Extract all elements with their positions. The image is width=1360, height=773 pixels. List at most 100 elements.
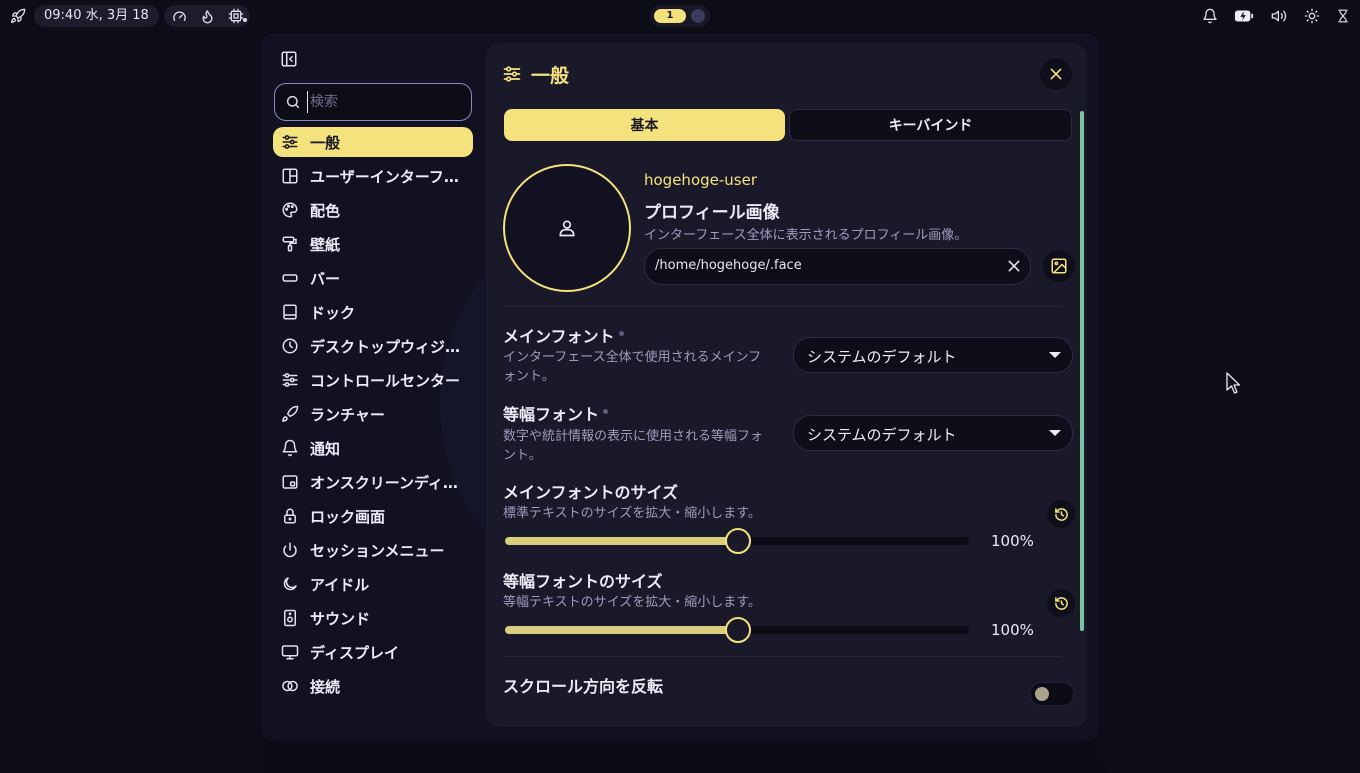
- sidebar-item-ui[interactable]: ユーザーインターフェース: [273, 161, 473, 191]
- sidebar-item-label: オンスクリーンディスプレイ: [310, 473, 462, 492]
- slider-thumb[interactable]: [725, 528, 751, 554]
- workspace-indicator: 1: [650, 5, 710, 27]
- reset-icon: [1054, 596, 1068, 610]
- sidebar-item-label: セッションメニュー: [310, 541, 445, 560]
- close-button[interactable]: [1040, 58, 1072, 90]
- main-font-size-slider[interactable]: [505, 528, 969, 554]
- divider: [504, 306, 1062, 307]
- sidebar-item-bar[interactable]: バー: [273, 263, 473, 293]
- sidebar-item-label: サウンド: [310, 609, 371, 628]
- sidebar-item-connections[interactable]: 接続: [273, 671, 473, 701]
- main-font-select[interactable]: システムのデフォルト: [793, 337, 1073, 373]
- mono-font-size-slider[interactable]: [505, 617, 969, 643]
- top-bar: 09:40 水, 3月 18 1: [0, 0, 1360, 32]
- browse-image-button[interactable]: [1043, 250, 1075, 282]
- clear-icon[interactable]: [1006, 258, 1022, 274]
- sidebar-item-control-center[interactable]: コントロールセンター: [273, 365, 473, 395]
- sidebar-item-launcher[interactable]: ランチャー: [273, 399, 473, 429]
- clock[interactable]: 09:40 水, 3月 18: [34, 5, 159, 27]
- battery-icon[interactable]: [1234, 6, 1254, 26]
- image-icon: [1051, 258, 1067, 274]
- bell-icon: [281, 439, 299, 457]
- chevron-down-icon: [1049, 430, 1061, 436]
- page-title: 一般: [531, 64, 570, 87]
- palette-icon: [281, 201, 299, 219]
- sidebar-item-label: アイドル: [310, 575, 370, 594]
- sidebar-item-label: コントロールセンター: [310, 371, 461, 390]
- sidebar-item-sound[interactable]: サウンド: [273, 603, 473, 633]
- lock-icon: [281, 507, 299, 525]
- workspace-2[interactable]: [691, 9, 705, 23]
- settings-window: 一般 ユーザーインターフェース 配色 壁紙 バー ドック デスクトップウィジェッ…: [260, 33, 1100, 741]
- rocket-icon[interactable]: [8, 6, 28, 26]
- layout-icon: [281, 167, 299, 185]
- reset-mono-font-size-button[interactable]: [1047, 589, 1075, 617]
- brightness-icon[interactable]: [1302, 6, 1322, 26]
- sidebar-item-label: 壁紙: [310, 235, 341, 254]
- sidebar-item-dock[interactable]: ドック: [273, 297, 473, 327]
- avatar[interactable]: [503, 164, 631, 292]
- status-dot: [243, 18, 247, 22]
- sidebar-item-notifications[interactable]: 通知: [273, 433, 473, 463]
- bar-icon: [281, 269, 299, 287]
- sidebar-item-desktop-widgets[interactable]: デスクトップウィジェット: [273, 331, 473, 361]
- slider-fill: [505, 626, 737, 634]
- scrollbar[interactable]: [1080, 111, 1084, 631]
- sliders-icon: [281, 133, 299, 151]
- workspace-1[interactable]: 1: [654, 9, 686, 23]
- sidebar-item-session-menu[interactable]: セッションメニュー: [273, 535, 473, 565]
- profile-path-field[interactable]: /home/hogehoge/.face: [644, 248, 1031, 285]
- search-box[interactable]: [274, 83, 472, 121]
- profile-image-description: インターフェース全体に表示されるプロフィール画像。: [644, 228, 968, 243]
- page-header: 一般: [502, 61, 569, 87]
- cpu-icon: [226, 6, 246, 26]
- collapse-sidebar-icon[interactable]: [280, 50, 300, 70]
- tab-bar: 基本 キーバインド: [504, 109, 1072, 141]
- sidebar-item-label: デスクトップウィジェット: [310, 337, 462, 356]
- sidebar-item-wallpaper[interactable]: 壁紙: [273, 229, 473, 259]
- sidebar-item-label: 通知: [310, 439, 341, 458]
- slider-fill: [505, 537, 737, 545]
- clock-icon: [281, 337, 299, 355]
- rocket-icon: [281, 405, 299, 423]
- user-icon: [559, 220, 575, 237]
- main-font-size-description: 標準テキストのサイズを拡大・縮小します。: [503, 506, 761, 521]
- profile-path-value: /home/hogehoge/.face: [655, 258, 802, 273]
- sidebar-item-label: 配色: [310, 201, 341, 220]
- sidebar-item-general[interactable]: 一般: [273, 127, 473, 157]
- close-icon: [1050, 68, 1062, 80]
- sidebar-item-idle[interactable]: アイドル: [273, 569, 473, 599]
- profile-image-title: プロフィール画像: [644, 203, 780, 223]
- bell-icon[interactable]: [1200, 6, 1220, 26]
- scroll-invert-toggle[interactable]: [1030, 682, 1074, 706]
- toggle-knob: [1035, 687, 1049, 701]
- tab-keybinds[interactable]: キーバインド: [789, 109, 1072, 141]
- mono-font-select[interactable]: システムのデフォルト: [793, 415, 1073, 451]
- sidebar-item-label: ランチャー: [310, 405, 385, 424]
- sidebar-item-label: ドック: [310, 303, 356, 322]
- mono-font-value: システムのデフォルト: [807, 426, 957, 444]
- sidebar-item-osd[interactable]: オンスクリーンディスプレイ: [273, 467, 473, 497]
- sidebar-item-label: バー: [310, 269, 341, 288]
- reset-main-font-size-button[interactable]: [1047, 500, 1075, 528]
- desktop-right-panel: [1102, 33, 1360, 773]
- search-icon: [285, 94, 301, 110]
- sidebar-item-label: ディスプレイ: [310, 643, 399, 662]
- sidebar-item-colors[interactable]: 配色: [273, 195, 473, 225]
- hourglass-icon[interactable]: [1333, 6, 1353, 26]
- moon-icon: [281, 575, 299, 593]
- tab-basic[interactable]: 基本: [504, 109, 785, 141]
- main-font-size-value: 100%: [991, 532, 1034, 550]
- sidebar-item-lock-screen[interactable]: ロック画面: [273, 501, 473, 531]
- slider-thumb[interactable]: [725, 617, 751, 643]
- gauge-icon: [169, 6, 189, 26]
- main-font-size-title: メインフォントのサイズ: [503, 483, 679, 502]
- main-font-title: メインフォント: [503, 323, 624, 347]
- dock-icon: [281, 303, 299, 321]
- volume-icon[interactable]: [1269, 6, 1289, 26]
- search-input[interactable]: [307, 91, 462, 113]
- sliders-icon: [502, 64, 522, 84]
- scroll-invert-title: スクロール方向を反転: [503, 677, 664, 696]
- main-font-description: インターフェース全体で使用されるメインフォント。: [503, 350, 762, 384]
- sidebar-item-display[interactable]: ディスプレイ: [273, 637, 473, 667]
